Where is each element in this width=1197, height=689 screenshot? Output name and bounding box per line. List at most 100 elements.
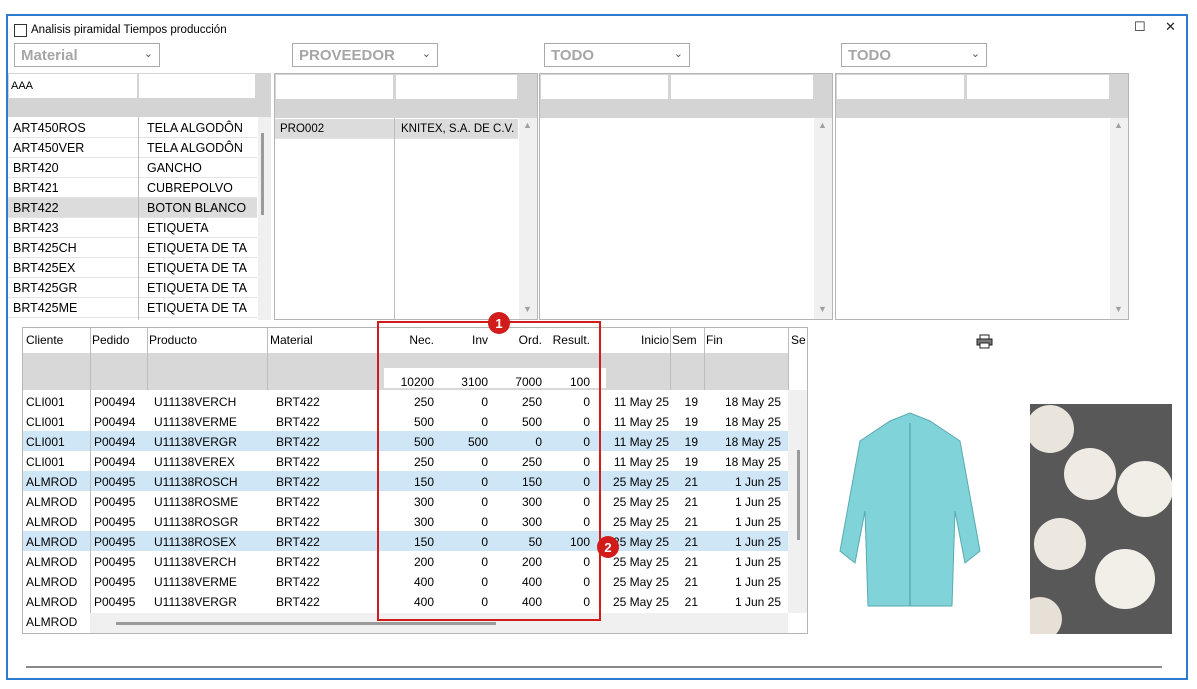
cell-pedido: P00495	[94, 595, 136, 609]
column-header[interactable]: Producto	[149, 333, 265, 347]
material-dropdown[interactable]: Material ⌄	[14, 43, 160, 67]
proveedor-dropdown[interactable]: PROVEEDOR ⌄	[292, 43, 438, 67]
column-header[interactable]: Cliente	[26, 333, 86, 347]
material-code: BRT425GR	[13, 280, 78, 295]
panel-3-scrollbar[interactable]	[814, 118, 832, 319]
cell-pedido: P00495	[94, 555, 136, 569]
printer-icon[interactable]	[976, 334, 993, 349]
cell-sem: 21	[684, 595, 698, 609]
scroll-down-icon[interactable]: ▼	[1114, 304, 1123, 314]
title-bar: Analisis piramidal Tiempos producción	[14, 22, 227, 38]
material-desc: ETIQUETA DE TA	[147, 260, 248, 275]
list-item[interactable]: BRT425ME ETIQUETA DE TA	[8, 298, 257, 318]
list-item[interactable]: BRT425CH ETIQUETA DE TA	[8, 238, 257, 258]
cell-producto: U11138ROSGR	[154, 515, 239, 529]
material-panel: AAA ART450ROS TELA ALGODÔN ART450VER TELA A…	[8, 73, 271, 320]
material-code: ART450ROS	[13, 120, 86, 135]
list-item[interactable]: BRT422 BOTON BLANCO	[8, 198, 257, 218]
filter-4-dropdown[interactable]: TODO ⌄	[841, 43, 987, 67]
material-desc: ETIQUETA DE TA	[147, 280, 248, 295]
cell-fin: 1 Jun 25	[734, 515, 781, 529]
cell-producto: U11138VERCH	[154, 395, 237, 409]
cell-pedido: P00494	[94, 395, 136, 409]
panel-3-filter-a[interactable]	[541, 75, 668, 99]
column-header[interactable]: Sem	[672, 333, 704, 347]
cell-inicio: 25 May 25	[612, 495, 669, 509]
callout-badge-2: 2	[597, 536, 619, 558]
cell-cliente: ALMROD	[26, 515, 78, 529]
list-item[interactable]: ART450ROS TELA ALGODÔN	[8, 118, 257, 138]
cell-material: BRT422	[276, 415, 320, 429]
cell-material: BRT422	[276, 435, 320, 449]
cell-sem: 19	[684, 395, 698, 409]
close-icon[interactable]: ✕	[1165, 19, 1176, 35]
column-header[interactable]: Material	[270, 333, 380, 347]
chevron-down-icon: ⌄	[970, 48, 980, 60]
provider-scrollbar[interactable]	[519, 118, 537, 319]
panel-3-filter-b[interactable]	[671, 75, 813, 99]
provider-name-filter[interactable]	[396, 75, 517, 99]
cell-inicio: 25 May 25	[612, 575, 669, 589]
scroll-up-icon[interactable]: ▲	[523, 120, 532, 130]
column-header[interactable]: Inicio	[606, 333, 669, 347]
material-code: ART450VER	[13, 140, 85, 155]
divider	[26, 666, 1162, 668]
cell-fin: 1 Jun 25	[734, 475, 781, 489]
highlight-box	[377, 321, 601, 621]
material-code: BRT425ME	[13, 300, 78, 315]
cell-material: BRT422	[276, 595, 320, 609]
window-checkbox[interactable]	[14, 23, 27, 37]
material-desc: BOTON BLANCO	[147, 200, 247, 215]
cell-pedido: P00494	[94, 435, 136, 449]
list-item[interactable]: BRT425EX ETIQUETA DE TA	[8, 258, 257, 278]
material-desc: TELA ALGODÔN	[147, 120, 243, 135]
panel-4-scrollbar[interactable]	[1110, 118, 1128, 319]
cell-cliente: ALMROD	[26, 615, 78, 629]
cell-producto: U11138VERCH	[154, 555, 237, 569]
material-dropdown-label: Material	[21, 46, 78, 64]
list-item[interactable]: PRO002 KNITEX, S.A. DE C.V.	[275, 119, 518, 139]
cell-cliente: CLI001	[26, 395, 65, 409]
provider-name: KNITEX, S.A. DE C.V.	[401, 122, 515, 135]
chevron-down-icon: ⌄	[421, 48, 431, 60]
shirt-image	[830, 401, 990, 621]
cell-producto: U11138VERME	[154, 575, 237, 589]
material-search-input[interactable]: AAA	[9, 74, 137, 98]
cell-sem: 21	[684, 475, 698, 489]
cell-cliente: ALMROD	[26, 595, 78, 609]
panel-4-filter-b[interactable]	[967, 75, 1109, 99]
list-item[interactable]: ART450VER TELA ALGODÔN	[8, 138, 257, 158]
column-header[interactable]: Fin	[706, 333, 786, 347]
filter-3-dropdown-label: TODO	[551, 46, 595, 64]
cell-cliente: CLI001	[26, 435, 65, 449]
cell-pedido: P00494	[94, 455, 136, 469]
column-header[interactable]: Pedido	[92, 333, 144, 347]
cell-fin: 18 May 25	[724, 455, 781, 469]
scroll-down-icon[interactable]: ▼	[818, 304, 827, 314]
material-code: BRT422	[13, 200, 59, 215]
material-code: BRT421	[13, 180, 59, 195]
cell-inicio: 11 May 25	[613, 455, 669, 469]
cell-pedido: P00495	[94, 475, 136, 489]
material-code: BRT423	[13, 220, 59, 235]
scroll-down-icon[interactable]: ▼	[523, 304, 532, 314]
list-item[interactable]: BRT423 ETIQUETA	[8, 218, 257, 238]
filter-3-dropdown[interactable]: TODO ⌄	[544, 43, 690, 67]
maximize-icon[interactable]: ☐	[1134, 19, 1146, 35]
list-item[interactable]: BRT425GR ETIQUETA DE TA	[8, 278, 257, 298]
cell-cliente: CLI001	[26, 415, 65, 429]
list-item[interactable]: BRT421 CUBREPOLVO	[8, 178, 257, 198]
scroll-up-icon[interactable]: ▲	[818, 120, 827, 130]
cell-fin: 1 Jun 25	[734, 535, 781, 549]
panel-4-filter-a[interactable]	[837, 75, 964, 99]
material-desc-filter[interactable]	[139, 74, 255, 98]
provider-code-filter[interactable]	[276, 75, 393, 99]
cell-pedido: P00495	[94, 495, 136, 509]
cell-producto: U11138ROSCH	[154, 475, 238, 489]
cell-material: BRT422	[276, 455, 320, 469]
scroll-up-icon[interactable]: ▲	[1114, 120, 1123, 130]
column-header[interactable]: Se	[791, 333, 811, 347]
cell-fin: 18 May 25	[724, 435, 781, 449]
list-item[interactable]: BRT420 GANCHO	[8, 158, 257, 178]
cell-sem: 21	[684, 555, 698, 569]
